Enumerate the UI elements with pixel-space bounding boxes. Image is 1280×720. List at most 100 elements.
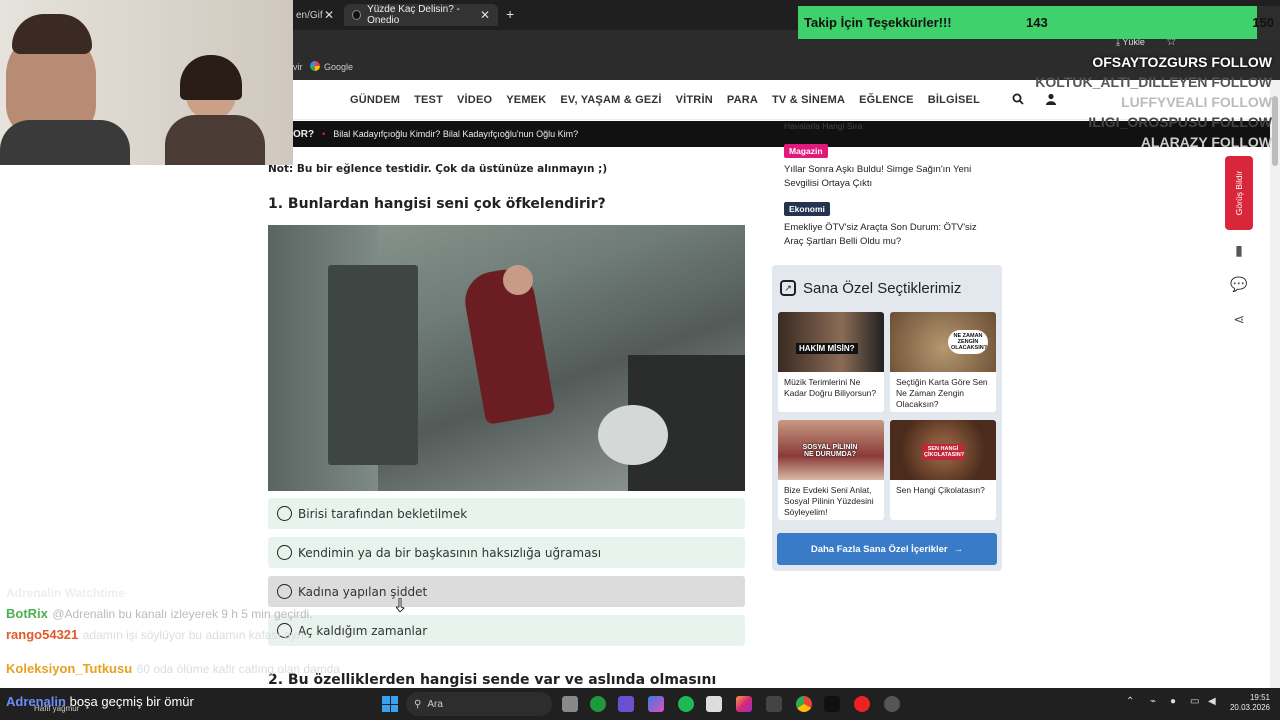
follow-label: FOLLOW (1211, 54, 1272, 70)
store-icon[interactable] (706, 696, 722, 712)
nav-item[interactable]: VİDEO (457, 94, 492, 106)
nav-item[interactable]: TV & SİNEMA (772, 94, 845, 106)
scrollbar[interactable] (1270, 80, 1280, 688)
card-image-text: HAKİM MİSİN? (796, 343, 858, 354)
app-icon[interactable] (618, 696, 634, 712)
question-gif-image (268, 225, 745, 491)
copilot-icon[interactable] (648, 696, 664, 712)
goal-current: 143 (1026, 15, 1048, 30)
card-image: SEN HANGİ ÇİKOLATASIN? (890, 420, 996, 480)
search-icon[interactable] (1012, 92, 1024, 105)
option-label: Kendimin ya da bir başkasının haksızlığa… (298, 545, 602, 560)
pick-card[interactable]: HAKİM MİSİN? Müzik Terimlerini Ne Kadar … (778, 312, 884, 412)
new-tab-icon[interactable]: + (506, 6, 514, 22)
volume-icon[interactable]: ◀ (1208, 696, 1216, 707)
onedio-favicon-icon (352, 10, 362, 20)
news-title[interactable]: Yıllar Sonra Aşkı Buldu! Simge Sağın'ın … (784, 163, 984, 191)
comments-icon[interactable]: 💬 (1224, 269, 1254, 299)
microphone-icon[interactable]: ● (1170, 696, 1176, 707)
webcam-feed (0, 0, 293, 165)
nav-item[interactable]: EĞLENCE (859, 94, 914, 106)
category-tag[interactable]: Magazin (784, 144, 828, 158)
nav-item[interactable]: YEMEK (506, 94, 546, 106)
follow-row: LUFFYVEALI FOLLOW (1035, 92, 1272, 112)
follow-label: FOLLOW (1211, 94, 1272, 110)
capcut-icon[interactable] (766, 696, 782, 712)
chat-message: Koleksiyon_Tutkusu 60 oda ölüme kafir ca… (6, 660, 386, 678)
opera-icon[interactable] (854, 696, 870, 712)
pick-card[interactable]: NE ZAMAN ZENGİN OLACAKSIN? Seçtiğin Kart… (890, 312, 996, 412)
chat-text: adamın işi söylüyor bu adamın kafası ayr… (82, 628, 305, 642)
chat-user: BotRix (6, 606, 48, 621)
follow-row: ALARAZY FOLLOW (1035, 132, 1272, 152)
monitor-icon[interactable]: ▭ (1190, 696, 1199, 707)
spotify-icon[interactable] (678, 696, 694, 712)
bookmark-icon[interactable]: ▮ (1224, 235, 1254, 265)
instagram-icon[interactable] (736, 696, 752, 712)
file-explorer-icon[interactable] (562, 696, 578, 712)
answer-option[interactable]: Kendimin ya da bir başkasının haksızlığa… (268, 537, 745, 568)
date: 20.03.2026 (1229, 703, 1270, 712)
answer-option[interactable]: Birisi tarafından bekletilmek (268, 498, 745, 529)
option-label: Kadına yapılan şiddet (298, 584, 428, 599)
chat-text: 60 oda ölüme kafir catlıng olan damda (136, 662, 341, 676)
bookmark-google[interactable]: Google (324, 62, 353, 72)
news-title-partial[interactable]: Havalarla Hangi Sıra (784, 121, 862, 131)
share-icon[interactable]: ⋖ (1224, 304, 1254, 334)
follower-name: ALARAZY (1140, 134, 1208, 150)
nav-item[interactable]: BİLGİSEL (928, 94, 980, 106)
follower-name: ILIGI_OROSPUSU (1088, 114, 1208, 130)
radio-icon (277, 545, 292, 560)
arrow-right-icon: → (953, 543, 964, 555)
tray-chevron-icon[interactable]: ⌃ (1126, 696, 1134, 707)
follow-label: FOLLOW (1211, 114, 1272, 130)
feedback-button[interactable]: Görüş Bildir (1225, 156, 1253, 230)
more-picks-button[interactable]: Daha Fazla Sana Özel İçerikler → (777, 533, 997, 565)
search-icon: ⚲ (414, 698, 422, 710)
pick-card[interactable]: SEN HANGİ ÇİKOLATASIN? Sen Hangi Çikolat… (890, 420, 996, 520)
close-icon[interactable]: ✕ (480, 8, 490, 22)
card-image-text: NE ZAMAN ZENGİN OLACAKSIN? (948, 330, 988, 354)
follow-row: KOLTUK_ALTI_DILLEYEN FOLLOW (1035, 72, 1272, 92)
search-placeholder: Ara (427, 698, 443, 710)
mouse-pointer-icon (395, 597, 406, 613)
category-tag[interactable]: Ekonomi (784, 202, 830, 216)
follow-label: FOLLOW (1211, 134, 1272, 150)
tab-title: en/Gif (296, 9, 323, 21)
picks-panel (772, 265, 1002, 571)
card-title: Seçtiğin Karta Göre Sen Ne Zaman Zengin … (896, 377, 988, 409)
pick-card[interactable]: SOSYAL PİLİNİN NE DURUMDA? Bize Evdeki S… (778, 420, 884, 520)
taskbar-search[interactable]: ⚲ Ara (406, 692, 552, 716)
goal-label: Takip İçin Teşekkürler!!! (804, 15, 952, 30)
tiktok-icon[interactable] (824, 696, 840, 712)
close-icon[interactable]: ✕ (324, 8, 334, 22)
clock[interactable]: 19:51 20.03.2026 (1226, 693, 1270, 713)
nav-item[interactable]: GÜNDEM (350, 94, 400, 106)
nav-item[interactable]: PARA (727, 94, 758, 106)
answer-option-hovered[interactable]: Kadına yapılan şiddet (268, 576, 745, 607)
windows-start-icon[interactable] (382, 696, 398, 712)
ticker-headline[interactable]: Bilal Kadayıfçıoğlu Kimdir? Bilal Kadayı… (333, 129, 578, 139)
time: 19:51 (1249, 693, 1270, 702)
network-icon[interactable]: ⌁ (1150, 696, 1156, 707)
chat-caption: Adrenalin boşa geçmiş bir ömür (6, 694, 194, 709)
nav-item[interactable]: TEST (414, 94, 443, 106)
scrollbar-thumb[interactable] (1272, 96, 1278, 166)
nav-item[interactable]: VİTRİN (676, 94, 713, 106)
chrome-icon[interactable] (796, 696, 812, 712)
nav-item[interactable]: EV, YAŞAM & GEZİ (560, 94, 661, 106)
xbox-icon[interactable] (590, 696, 606, 712)
bookmark-item[interactable]: vir (293, 62, 303, 72)
caption-text: boşa geçmiş bir ömür (69, 694, 194, 709)
follow-label: FOLLOW (1211, 74, 1272, 90)
card-image: SOSYAL PİLİNİN NE DURUMDA? (778, 420, 884, 480)
news-title[interactable]: Emekliye ÖTV'siz Araçta Son Durum: ÖTV's… (784, 221, 994, 249)
follower-name: LUFFYVEALI (1121, 94, 1208, 110)
follower-name: KOLTUK_ALTI_DILLEYEN (1035, 74, 1208, 90)
obs-icon[interactable] (884, 696, 900, 712)
browser-tab-active[interactable]: Yüzde Kaç Delisin? - Onedio ✕ (344, 4, 498, 26)
card-image-text: SEN HANGİ ÇİKOLATASIN? (922, 444, 965, 460)
chat-header: Adrenalin Watchtime (6, 586, 125, 600)
browser-tab[interactable]: en/Gif ✕ (288, 4, 342, 26)
trending-icon: ↗ (780, 280, 796, 296)
